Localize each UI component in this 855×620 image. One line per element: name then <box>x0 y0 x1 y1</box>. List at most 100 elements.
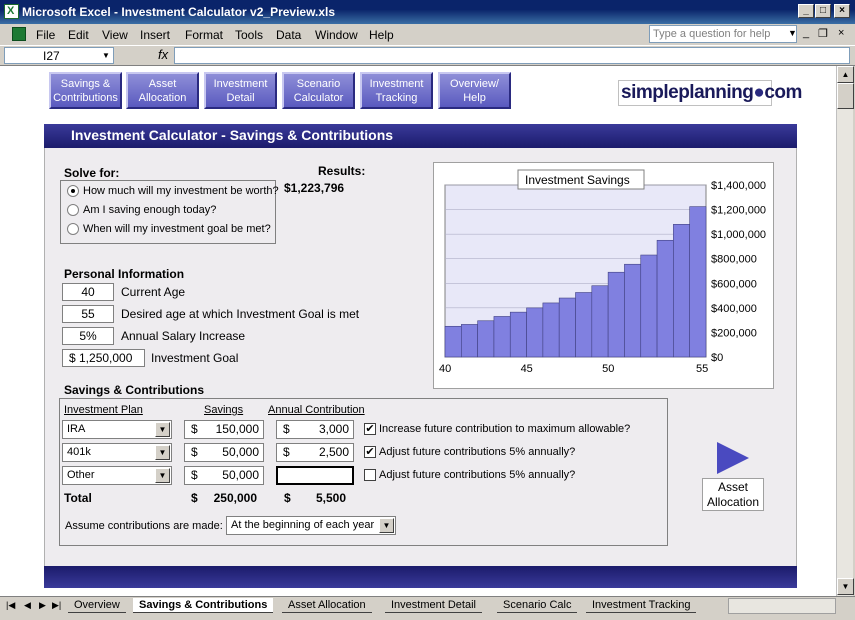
scroll-down-icon[interactable]: ▼ <box>837 578 854 595</box>
menu-help[interactable]: Help <box>369 28 394 42</box>
minimize-button[interactable]: _ <box>798 4 814 18</box>
nav-investment-tracking[interactable]: Investment Tracking <box>360 72 433 109</box>
namebox-dropdown-icon[interactable]: ▼ <box>102 51 110 60</box>
doc-close-button[interactable]: × <box>838 27 844 39</box>
investment-goal-field[interactable]: $ 1,250,000 <box>62 349 145 367</box>
desired-age-label: Desired age at which Investment Goal is … <box>121 307 360 321</box>
savings-title: Savings & Contributions <box>64 383 205 397</box>
assume-select-value: At the beginning of each year <box>231 519 375 531</box>
menu-edit[interactable]: Edit <box>68 28 89 42</box>
results-value: $1,223,796 <box>284 181 345 195</box>
tab-first-icon[interactable]: |◀ <box>6 600 15 611</box>
personal-info-title: Personal Information <box>64 267 185 281</box>
vertical-scrollbar[interactable]: ▲ ▼ <box>836 66 854 596</box>
scroll-up-icon[interactable]: ▲ <box>837 66 854 83</box>
close-button[interactable]: × <box>834 4 850 18</box>
radio-worth[interactable] <box>67 185 79 197</box>
assume-select[interactable]: At the beginning of each year ▼ <box>226 516 396 535</box>
footer-bar <box>44 566 797 588</box>
plan-select[interactable]: Other ▼ <box>62 466 172 485</box>
menu-file[interactable]: File <box>36 28 55 42</box>
nav-investment-detail[interactable]: Investment Detail <box>204 72 277 109</box>
bar <box>526 307 544 358</box>
total-label: Total <box>64 491 92 505</box>
sheet-tab[interactable]: Scenario Calc <box>497 598 578 613</box>
option-checkbox[interactable]: ✔ <box>364 423 376 435</box>
total-contrib: 5,500 <box>315 491 346 505</box>
option-checkbox[interactable] <box>364 469 376 481</box>
assume-dropdown-icon[interactable]: ▼ <box>379 518 394 533</box>
plan-dropdown-icon[interactable]: ▼ <box>155 422 170 437</box>
excel-doc-icon[interactable] <box>12 27 26 41</box>
nav-overview-help[interactable]: Overview/ Help <box>438 72 511 109</box>
help-search-input[interactable]: Type a question for help <box>649 25 797 43</box>
tab-prev-icon[interactable]: ◀ <box>24 600 31 611</box>
salary-increase-label: Annual Salary Increase <box>121 329 246 343</box>
x-tick-label: 55 <box>696 363 708 375</box>
contribution-cell[interactable]: $3,000 <box>276 420 354 439</box>
savings-currency: $ <box>191 422 198 436</box>
x-tick-label: 45 <box>521 363 533 375</box>
radio-saving-enough[interactable] <box>67 204 79 216</box>
bar <box>689 206 707 358</box>
savings-amount: 50,000 <box>222 468 259 482</box>
option-checkbox[interactable]: ✔ <box>364 446 376 458</box>
salary-increase-field[interactable]: 5% <box>62 327 114 345</box>
logo-suffix: com <box>764 82 802 103</box>
next-arrow-icon[interactable] <box>717 442 749 474</box>
plan-select-value: IRA <box>67 423 86 435</box>
doc-restore-button[interactable]: ❐ <box>818 27 828 40</box>
bar <box>673 224 690 358</box>
investment-savings-chart: $0 $200,000 $400,000 $600,000 $800,000 $1,000… <box>433 162 774 389</box>
sheet-tab[interactable]: Investment Tracking <box>586 598 697 613</box>
menu-insert[interactable]: Insert <box>140 28 170 42</box>
help-dropdown-icon[interactable]: ▼ <box>788 28 797 38</box>
plan-select[interactable]: IRA ▼ <box>62 420 172 439</box>
doc-minimize-button[interactable]: _ <box>803 27 809 39</box>
results-title: Results: <box>318 164 366 178</box>
simpleplanning-logo[interactable]: simpleplanning●com <box>618 80 802 106</box>
y-tick-label: $400,000 <box>711 303 757 315</box>
menu-data[interactable]: Data <box>276 28 301 42</box>
sheet-tab-bar: |◀ ◀ ▶ ▶| Overview Savings & Contribution… <box>0 596 855 620</box>
menu-window[interactable]: Window <box>315 28 358 42</box>
menu-tools[interactable]: Tools <box>235 28 263 42</box>
sheet-tab[interactable]: Overview <box>68 598 126 613</box>
asset-allocation-button[interactable]: Asset Allocation <box>702 478 764 511</box>
nav-scenario-calculator[interactable]: Scenario Calculator <box>282 72 355 109</box>
formula-input[interactable] <box>174 47 850 64</box>
desired-age-field[interactable]: 55 <box>62 305 114 323</box>
savings-cell[interactable]: $150,000 <box>184 420 264 439</box>
horizontal-scrollbar[interactable] <box>728 598 836 614</box>
sheet-tab[interactable]: Asset Allocation <box>282 598 372 613</box>
savings-cell[interactable]: $50,000 <box>184 466 264 485</box>
plan-select[interactable]: 401k ▼ <box>62 443 172 462</box>
maximize-button[interactable]: □ <box>815 4 831 18</box>
nav-savings-contributions[interactable]: Savings & Contributions <box>49 72 122 109</box>
fx-icon[interactable]: fx <box>158 47 168 62</box>
contribution-cell[interactable] <box>276 466 354 485</box>
contribution-cell[interactable]: $2,500 <box>276 443 354 462</box>
tab-last-icon[interactable]: ▶| <box>52 600 61 611</box>
name-box[interactable]: I27 <box>4 47 114 64</box>
scroll-thumb[interactable] <box>837 83 854 109</box>
plan-select-value: 401k <box>67 446 91 458</box>
contribution-currency: $ <box>283 422 290 436</box>
title-bar: Microsoft Excel - Investment Calculator … <box>0 0 855 24</box>
plan-dropdown-icon[interactable]: ▼ <box>155 445 170 460</box>
savings-cell[interactable]: $50,000 <box>184 443 264 462</box>
tab-next-icon[interactable]: ▶ <box>39 600 46 611</box>
menu-view[interactable]: View <box>102 28 128 42</box>
radio-goal-met[interactable] <box>67 223 79 235</box>
current-age-field[interactable]: 40 <box>62 283 114 301</box>
assume-label: Assume contributions are made: <box>65 520 223 532</box>
nav-asset-allocation[interactable]: Asset Allocation <box>126 72 199 109</box>
contribution-amount: 2,500 <box>318 445 349 459</box>
sheet-tab[interactable]: Savings & Contributions <box>133 598 274 613</box>
option-label: Adjust future contributions 5% annually? <box>379 446 576 458</box>
total-savings-currency: $ <box>191 491 198 505</box>
menu-format[interactable]: Format <box>185 28 223 42</box>
sheet-tab[interactable]: Investment Detail <box>385 598 482 613</box>
plan-dropdown-icon[interactable]: ▼ <box>155 468 170 483</box>
y-tick-label: $0 <box>711 352 723 364</box>
